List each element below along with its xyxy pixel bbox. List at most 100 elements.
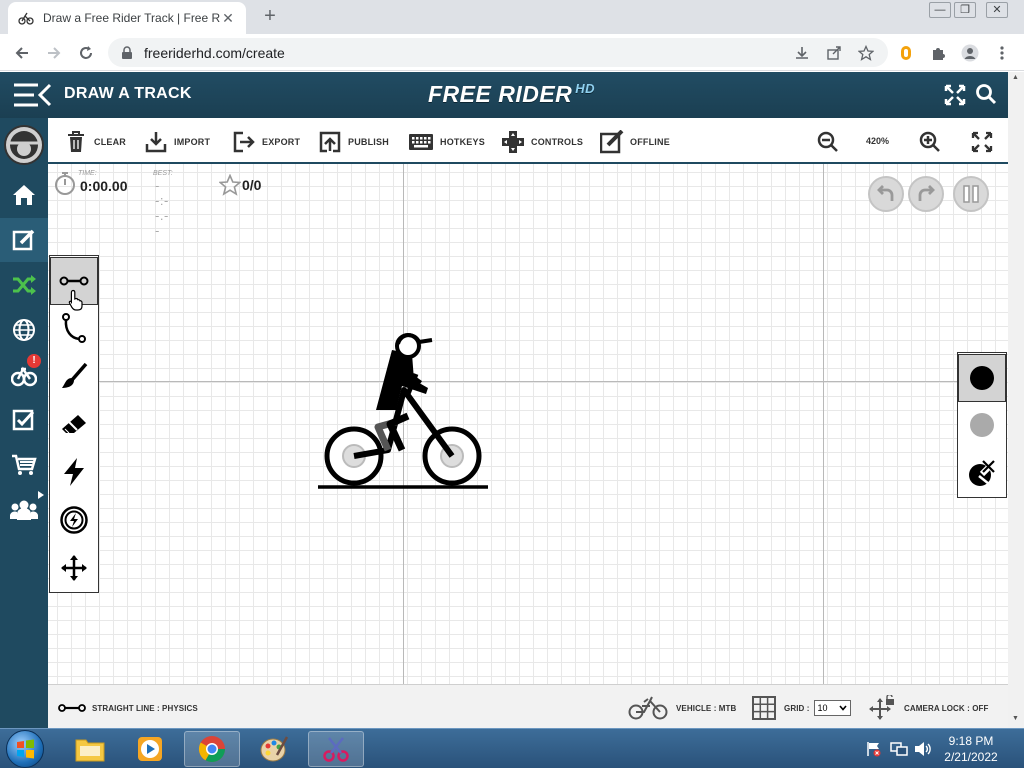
undo-button[interactable] — [868, 176, 904, 212]
curve-tool[interactable] — [50, 304, 98, 352]
scroll-up-arrow-icon[interactable]: ▲ — [1012, 74, 1019, 81]
checklist-icon[interactable] — [0, 398, 48, 442]
keyboard-icon — [408, 130, 434, 154]
controls-label: CONTROLS — [531, 137, 584, 147]
grid-label: GRID : — [784, 703, 810, 713]
clock-date: 2/21/2022 — [944, 750, 998, 764]
offline-button[interactable]: OFFLINE — [600, 130, 670, 154]
grid-size-select[interactable]: 10 — [813, 700, 851, 716]
rider-on-bike — [318, 333, 488, 489]
windows-taskbar: 9:18 PM 2/21/2022 — [0, 728, 1024, 768]
browser-menu-icon[interactable] — [992, 43, 1012, 63]
shop-cart-icon[interactable] — [0, 443, 48, 487]
dpad-icon — [501, 130, 525, 154]
new-tab-button[interactable]: + — [259, 6, 281, 28]
reload-icon[interactable] — [74, 41, 98, 65]
taskbar-clock[interactable]: 9:18 PM 2/21/2022 — [936, 733, 1006, 765]
publish-button[interactable]: PUBLISH — [318, 130, 389, 154]
straight-line-tool[interactable] — [50, 257, 98, 311]
trash-icon — [64, 130, 88, 154]
vehicle-label: VEHICLE : MTB — [676, 703, 737, 713]
free-rider-logo[interactable]: FREE RIDER HD — [428, 81, 595, 108]
globe-icon[interactable] — [0, 308, 48, 352]
paint-taskbar-icon[interactable] — [246, 731, 302, 767]
eraser-tool[interactable] — [50, 400, 98, 448]
window-close-button[interactable]: ✕ — [986, 2, 1008, 18]
browser-toolbar: freeriderhd.com/create — [0, 34, 1024, 71]
redo-icon — [918, 185, 935, 201]
grid-axis-horizontal — [98, 381, 958, 382]
maximize-button[interactable]: ❐ — [954, 2, 976, 18]
search-icon[interactable] — [975, 83, 997, 105]
user-avatar[interactable] — [0, 122, 48, 168]
logo-hd-text: HD — [575, 81, 596, 96]
camera-move-tool[interactable] — [50, 544, 98, 592]
file-explorer-taskbar-icon[interactable] — [62, 731, 118, 767]
physics-line-button[interactable] — [958, 354, 1006, 402]
achievements-icon[interactable]: ! — [0, 353, 48, 397]
zoom-out-button[interactable] — [816, 130, 846, 154]
random-track-icon[interactable] — [0, 263, 48, 307]
pause-icon — [963, 185, 979, 203]
zoom-out-icon — [816, 130, 840, 154]
camera-lock-status[interactable]: CAMERA LOCK : OFF — [868, 695, 989, 720]
editor-fullscreen-button[interactable] — [970, 130, 1000, 154]
clock-time: 9:18 PM — [948, 734, 994, 748]
editor-icon[interactable] — [0, 218, 48, 262]
vehicle-status[interactable]: VEHICLE : MTB — [628, 696, 737, 720]
export-button[interactable]: EXPORT — [232, 130, 300, 154]
powerup-lightning-tool[interactable] — [50, 448, 98, 496]
zoom-in-button[interactable] — [918, 130, 948, 154]
profile-avatar-icon[interactable] — [960, 43, 980, 63]
erase-filter-button[interactable] — [958, 449, 1006, 497]
scroll-down-arrow-icon[interactable]: ▼ — [1012, 715, 1019, 722]
page-scrollbar[interactable]: ▲ ▼ — [1008, 72, 1024, 728]
extensions-puzzle-icon[interactable] — [928, 43, 948, 63]
download-icon[interactable] — [792, 43, 812, 63]
action-center-flag-icon[interactable] — [866, 741, 882, 757]
minimize-button[interactable]: — — [929, 2, 951, 18]
vehicle-powerup-tool[interactable] — [50, 496, 98, 544]
import-label: IMPORT — [174, 137, 211, 147]
mtb-bike-icon — [628, 696, 668, 720]
friends-icon[interactable] — [0, 488, 48, 532]
share-icon[interactable] — [824, 43, 844, 63]
controls-button[interactable]: CONTROLS — [501, 130, 583, 154]
clear-button[interactable]: CLEAR — [64, 130, 126, 154]
camera-lock-label: CAMERA LOCK : OFF — [904, 703, 989, 713]
lock-icon[interactable] — [120, 45, 134, 60]
snipping-tool-taskbar-icon[interactable] — [308, 731, 364, 767]
browser-tab[interactable]: Draw a Free Rider Track | Free Rid ✕ — [8, 2, 246, 34]
bookmark-star-icon[interactable] — [856, 43, 876, 63]
fullscreen-icon[interactable] — [944, 84, 966, 106]
export-icon — [232, 130, 256, 154]
chevron-down-icon — [838, 705, 847, 711]
back-arrow-icon[interactable] — [10, 41, 34, 65]
tool-status-label: STRAIGHT LINE : PHYSICS — [92, 703, 198, 713]
hotkeys-button[interactable]: HOTKEYS — [408, 130, 485, 154]
volume-icon[interactable] — [914, 741, 932, 757]
home-icon[interactable] — [0, 173, 48, 217]
best-label: BEST: — [153, 170, 173, 177]
import-button[interactable]: IMPORT — [144, 130, 210, 154]
export-label: EXPORT — [262, 137, 301, 147]
scenery-line-button[interactable] — [958, 401, 1006, 449]
address-bar[interactable]: freeriderhd.com/create — [108, 38, 888, 67]
offline-edit-icon — [600, 130, 624, 154]
track-canvas[interactable]: TIME: 0:00.00 BEST: --:--.-- 0/0 — [48, 164, 1008, 684]
redo-button[interactable] — [908, 176, 944, 212]
forward-arrow-icon[interactable] — [42, 41, 66, 65]
pause-button[interactable] — [953, 176, 989, 212]
line-type-palette — [957, 352, 1007, 498]
chrome-taskbar-icon[interactable] — [184, 731, 240, 767]
extension-orange-icon[interactable] — [896, 43, 916, 63]
start-button[interactable] — [6, 730, 44, 768]
network-icon[interactable] — [890, 741, 908, 757]
grid-axis-vertical-2 — [823, 164, 824, 684]
grid-icon — [752, 696, 776, 720]
collapse-menu-icon[interactable] — [12, 82, 52, 108]
tab-close-icon[interactable]: ✕ — [220, 10, 236, 26]
brush-tool[interactable] — [50, 352, 98, 400]
publish-icon — [318, 130, 342, 154]
media-player-taskbar-icon[interactable] — [122, 731, 178, 767]
